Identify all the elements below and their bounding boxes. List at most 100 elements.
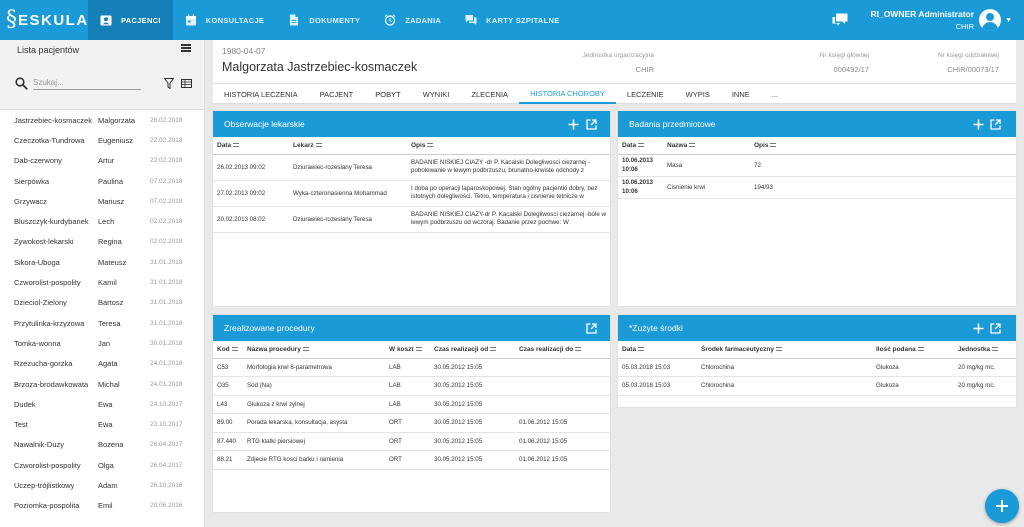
- table-row[interactable]: O35 Sód (Na) LAB 30.05.2012 15:05: [213, 376, 610, 396]
- col-header-data[interactable]: Data: [618, 137, 663, 155]
- patient-list-item[interactable]: Nawalnik-Duzy Bozena 26.04.2017: [0, 435, 204, 455]
- nav-item-karty-szpitalne[interactable]: KARTY SZPITALNE: [453, 0, 571, 40]
- patient-admission-date: 07.02.2018: [150, 197, 183, 205]
- user-unit: CHIR: [955, 22, 975, 31]
- add-fab-button[interactable]: [985, 489, 1019, 523]
- col-header-data[interactable]: Data: [213, 137, 289, 155]
- add-icon[interactable]: [568, 119, 579, 130]
- patient-first-name: Agata: [98, 359, 118, 369]
- tab-pobyt[interactable]: POBYT: [364, 84, 411, 104]
- col-header-czas-od[interactable]: Czas realizacji od: [430, 341, 515, 359]
- patient-last-name: Sikora-Uboga: [14, 257, 60, 267]
- nav-label: KARTY SZPITALNE: [486, 15, 560, 25]
- table-row[interactable]: 05.03.2018 15:03 Chlorochina Glukoza 20 mg/…: [618, 376, 1016, 396]
- patient-list-item[interactable]: Brzoza-brodawkowata Michal 24.01.2018: [0, 374, 204, 394]
- open-external-icon[interactable]: [586, 119, 597, 130]
- patient-list-item[interactable]: Poziomka-pospolita Emil 20.06.2016: [0, 496, 204, 516]
- tab-more[interactable]: ...: [761, 84, 789, 104]
- list-view-icon[interactable]: [181, 44, 191, 52]
- procedure-time-from: 30.05.2012 15:05: [430, 432, 515, 451]
- patient-last-name: Dab-czerwony: [14, 156, 62, 166]
- table-row[interactable]: 20.02.2013 08:02 Dziurawiec-rozeslany Ter…: [213, 206, 610, 233]
- col-header-ilosc[interactable]: Ilość podana: [872, 341, 954, 359]
- patient-list-item[interactable]: Sierpówka Paulina 07.02.2018: [0, 171, 204, 191]
- table-row[interactable]: 27.02.2013 09:02 Wyka-czteronasienna Moha…: [213, 180, 610, 207]
- col-header-nazwa[interactable]: Nazwa: [663, 137, 750, 155]
- patient-list-item[interactable]: Przytulinka-krzyzowa Teresa 31.01.2018: [0, 313, 204, 333]
- patient-first-name: Eugeniusz: [98, 135, 134, 145]
- table-row[interactable]: 10.06.2013 10:06 Masa 72: [618, 154, 1016, 177]
- patient-list-item[interactable]: Uczep-trójlistkowy Adam 26.10.2016: [0, 475, 204, 495]
- tab-historia-leczenia[interactable]: HISTORIA LECZENIA: [213, 84, 309, 104]
- nav-item-zadania[interactable]: ZADANIA: [372, 0, 453, 40]
- add-icon[interactable]: [973, 119, 984, 130]
- avatar[interactable]: [979, 9, 1002, 31]
- open-external-icon[interactable]: [586, 323, 597, 334]
- patient-list-item[interactable]: Sikora-Uboga Mateusz 31.01.2018: [0, 252, 204, 272]
- tab-wypis[interactable]: WYPIS: [675, 84, 721, 104]
- col-header-opis[interactable]: Opis: [750, 137, 1016, 155]
- patient-list-item[interactable]: Czworolist-pospolity Olga 26.04.2017: [0, 455, 204, 475]
- exam-date: 10.06.2013: [622, 179, 653, 186]
- observation-description: I doba po operacji laparoskopowej. Stan …: [407, 180, 610, 207]
- col-header-data[interactable]: Data: [618, 341, 697, 359]
- open-external-icon[interactable]: [990, 323, 1001, 334]
- col-header-w-koszt[interactable]: W koszt: [385, 341, 430, 359]
- observation-description: BADANIE NISKIEJ CIAZY -dr P. Kacalski Do…: [407, 154, 610, 181]
- col-header-kod[interactable]: Kod: [213, 341, 243, 359]
- col-header-nazwa-procedury[interactable]: Nazwa procedury: [243, 341, 385, 359]
- table-row[interactable]: 10.06.2013 10:06 Cisnienie krwi 194/93: [618, 176, 1016, 199]
- col-header-lekarz[interactable]: Lekarz: [289, 137, 407, 155]
- table-row[interactable]: 26.02.2013 09:02 Dziurawiec-rozeslany Ter…: [213, 154, 610, 181]
- notifications-icon[interactable]: [832, 13, 848, 27]
- patient-search-input[interactable]: [33, 76, 141, 90]
- patient-list-item[interactable]: Czeczotka-Tundrowa Eugeniusz 22.02.2018: [0, 130, 204, 150]
- patient-list-item[interactable]: Zywokost-lekarski Regina 02.02.2018: [0, 232, 204, 252]
- tab-leczenie[interactable]: LECZENIE: [616, 84, 675, 104]
- patient-last-name: Bluszczyk-kurdybanek: [14, 217, 89, 227]
- patient-list-item[interactable]: Dab-czerwony Artur 22.02.2018: [0, 151, 204, 171]
- nav-item-dokumenty[interactable]: DOKUMENTY: [276, 0, 372, 40]
- tab-pacjent[interactable]: PACJENT: [309, 84, 365, 104]
- patient-list-item[interactable]: Jastrzebiec-kosmaczek Malgorzata 28.02.201…: [0, 110, 204, 130]
- patient-list-item[interactable]: Bluszczyk-kurdybanek Lech 02.02.2018: [0, 211, 204, 231]
- observation-date: 26.02.2013 09:02: [213, 154, 289, 181]
- observations-card: Obserwacje lekarskie Data Lekarz Opis 26…: [213, 111, 610, 306]
- tab-zlecenia[interactable]: ZLECENIA: [460, 84, 519, 104]
- table-row[interactable]: 88.21 Zdjecie RTG kosci barku i ramienia O…: [213, 450, 610, 470]
- col-header-opis[interactable]: Opis: [407, 137, 610, 155]
- ward-book-label: Nr księgi oddziałowej: [937, 52, 999, 59]
- patient-last-name: Przytulinka-krzyzowa: [14, 318, 85, 328]
- nav-item-pacjenci[interactable]: PACJENCI: [88, 0, 173, 40]
- user-info[interactable]: RI_OWNER Administrator CHIR: [870, 9, 974, 31]
- patient-list-item[interactable]: Rzezucha-gorzka Agata 24.01.2018: [0, 354, 204, 374]
- tab-wyniki[interactable]: WYNIKI: [412, 84, 461, 104]
- table-row[interactable]: 05.03.2018 15:03 Chlorochina Glukoza 20 mg/…: [618, 358, 1016, 377]
- patient-list-item[interactable]: Dzieciol-Zielony Bartosz 31.01.2018: [0, 293, 204, 313]
- patient-list-item[interactable]: Dudek Ewa 24.10.2017: [0, 394, 204, 414]
- col-header-jednostka[interactable]: Jednostka: [954, 341, 1016, 359]
- patient-list-item[interactable]: Tomka-wonna Jan 30.01.2018: [0, 333, 204, 353]
- table-row[interactable]: L43 Glukoza z krwi zylnej LAB 30.05.2012 15…: [213, 395, 610, 414]
- app-logo[interactable]: § ESKULAP: [6, 7, 100, 33]
- table-row[interactable]: 89.00 Porada lekarska, konsultacja, asyst…: [213, 413, 610, 433]
- chevron-down-icon[interactable]: ▼: [1005, 17, 1012, 24]
- col-header-czas-do[interactable]: Czas realizacji do: [515, 341, 610, 359]
- filter-icon[interactable]: [164, 78, 174, 89]
- alarm-icon: [384, 14, 396, 26]
- patient-list-item[interactable]: Czworolist-pospolity Kamil 31.01.2018: [0, 272, 204, 292]
- table-row[interactable]: C53 Morfologia krwi 8-parametrowa LAB 30.05…: [213, 358, 610, 377]
- col-header-srodek[interactable]: Środek farmaceutyczny: [697, 341, 872, 359]
- procedures-table: Kod Nazwa procedury W koszt Czas realiza…: [213, 341, 610, 470]
- tab-inne[interactable]: INNE: [721, 84, 761, 104]
- procedure-cost: ORT: [385, 413, 430, 433]
- patient-list-item[interactable]: Grzywacz Mariusz 07.02.2018: [0, 191, 204, 211]
- nav-item-konsultacje[interactable]: KONSULTACJE: [173, 0, 276, 40]
- tab-historia-choroby[interactable]: HISTORIA CHOROBY: [519, 84, 616, 104]
- table-row[interactable]: 87.440 RTG klatki piersiowej ORT 30.05.2012…: [213, 432, 610, 451]
- patient-list-item[interactable]: Test Ewa 23.10.2017: [0, 414, 204, 434]
- table-settings-icon[interactable]: [181, 79, 192, 88]
- add-icon[interactable]: [973, 323, 984, 334]
- patient-admission-date: 20.06.2016: [150, 502, 183, 510]
- open-external-icon[interactable]: [990, 119, 1001, 130]
